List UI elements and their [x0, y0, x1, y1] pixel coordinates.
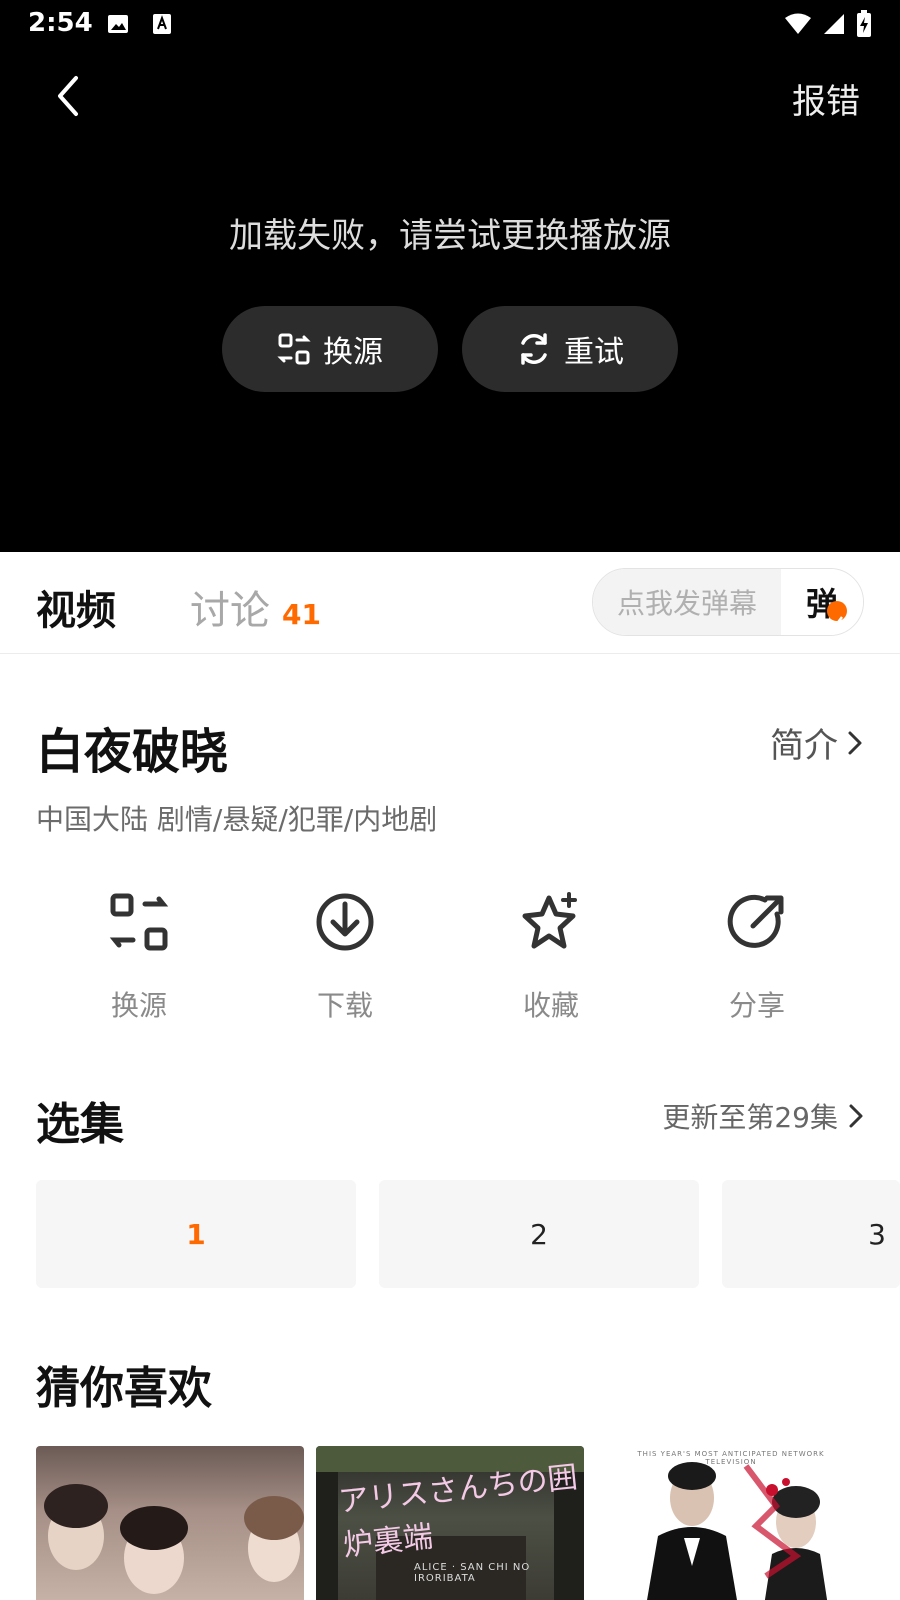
action-bar: 换源 下载 收藏 分享 — [0, 890, 900, 1030]
episodes-title: 选集 — [36, 1099, 124, 1150]
load-error-message: 加载失败，请尝试更换播放源 — [229, 216, 671, 256]
switch-source-icon — [109, 893, 169, 951]
action-label: 下载 — [316, 989, 373, 1022]
danmu-toggle[interactable]: 弹 — [781, 569, 863, 635]
poster-image — [44, 1484, 304, 1594]
chevron-left-icon — [58, 76, 78, 116]
check-icon — [827, 601, 847, 627]
action-share[interactable]: 分享 — [682, 890, 832, 1024]
report-error-button[interactable]: 报错 — [792, 74, 860, 123]
action-label: 分享 — [728, 989, 785, 1022]
chevron-right-icon — [849, 1104, 863, 1128]
action-switch-source[interactable]: 换源 — [64, 890, 214, 1024]
signal-icon — [824, 14, 844, 34]
font-icon — [153, 14, 171, 34]
status-right — [784, 10, 872, 38]
favorite-star-icon — [522, 892, 577, 949]
chevron-right-icon — [848, 731, 862, 754]
action-label: 收藏 — [522, 989, 579, 1022]
danmu-input[interactable]: 点我发弹幕 — [593, 569, 781, 635]
recommend-poster-2[interactable]: アリスさんちの囲炉裏端 ALICE · SAN CHI NO IRORIBATA — [316, 1446, 584, 1600]
video-player[interactable]: 2:54 报错 加载失败，请尝试更换播放源 换源 重试 — [0, 0, 900, 552]
show-meta: 中国大陆 剧情/悬疑/犯罪/内地剧 — [36, 803, 438, 836]
episode-item-1[interactable]: 1 — [36, 1180, 356, 1288]
intro-link[interactable]: 简介 — [770, 718, 864, 767]
poster-2-subtitle: ALICE · SAN CHI NO IRORIBATA — [414, 1562, 531, 1584]
show-title: 白夜破晓 — [36, 724, 229, 780]
share-icon — [727, 894, 784, 948]
episodes-update-text: 更新至第29集 — [662, 1101, 838, 1134]
retry-label: 重试 — [564, 335, 624, 370]
image-icon — [108, 15, 128, 33]
tab-video[interactable]: 视频 — [36, 578, 116, 636]
danmu-box: 点我发弹幕 弹 — [592, 568, 864, 636]
refresh-icon — [521, 333, 547, 365]
switch-source-icon — [277, 333, 311, 365]
poster-image — [647, 1462, 828, 1600]
episodes-update-link[interactable]: 更新至第29集 — [662, 1096, 864, 1136]
retry-button[interactable]: 重试 — [462, 306, 678, 392]
switch-source-label: 换源 — [323, 335, 383, 370]
discuss-count-badge: 41 — [282, 598, 321, 631]
action-download[interactable]: 下载 — [270, 890, 420, 1024]
action-favorite[interactable]: 收藏 — [476, 890, 626, 1024]
content-tabs: 视频 讨论 41 点我发弹幕 弹 — [0, 552, 900, 654]
status-bar: 2:54 — [0, 0, 900, 48]
tab-discuss[interactable]: 讨论 — [190, 578, 270, 636]
recommend-poster-3[interactable]: THIS YEAR'S MOST ANTICIPATED NETWORK TEL… — [596, 1446, 864, 1600]
action-label: 换源 — [110, 989, 167, 1022]
intro-label: 简介 — [770, 726, 838, 766]
episode-item-2[interactable]: 2 — [379, 1180, 699, 1288]
battery-charging-icon — [857, 10, 871, 37]
switch-source-button[interactable]: 换源 — [222, 306, 438, 392]
wifi-icon — [785, 13, 811, 34]
back-button[interactable] — [48, 72, 88, 120]
episode-item-3[interactable]: 3 — [722, 1180, 900, 1288]
download-icon — [316, 893, 374, 951]
recommend-poster-1[interactable] — [36, 1446, 304, 1600]
status-time: 2:54 — [28, 8, 93, 38]
recommend-title: 猜你喜欢 — [36, 1363, 212, 1414]
